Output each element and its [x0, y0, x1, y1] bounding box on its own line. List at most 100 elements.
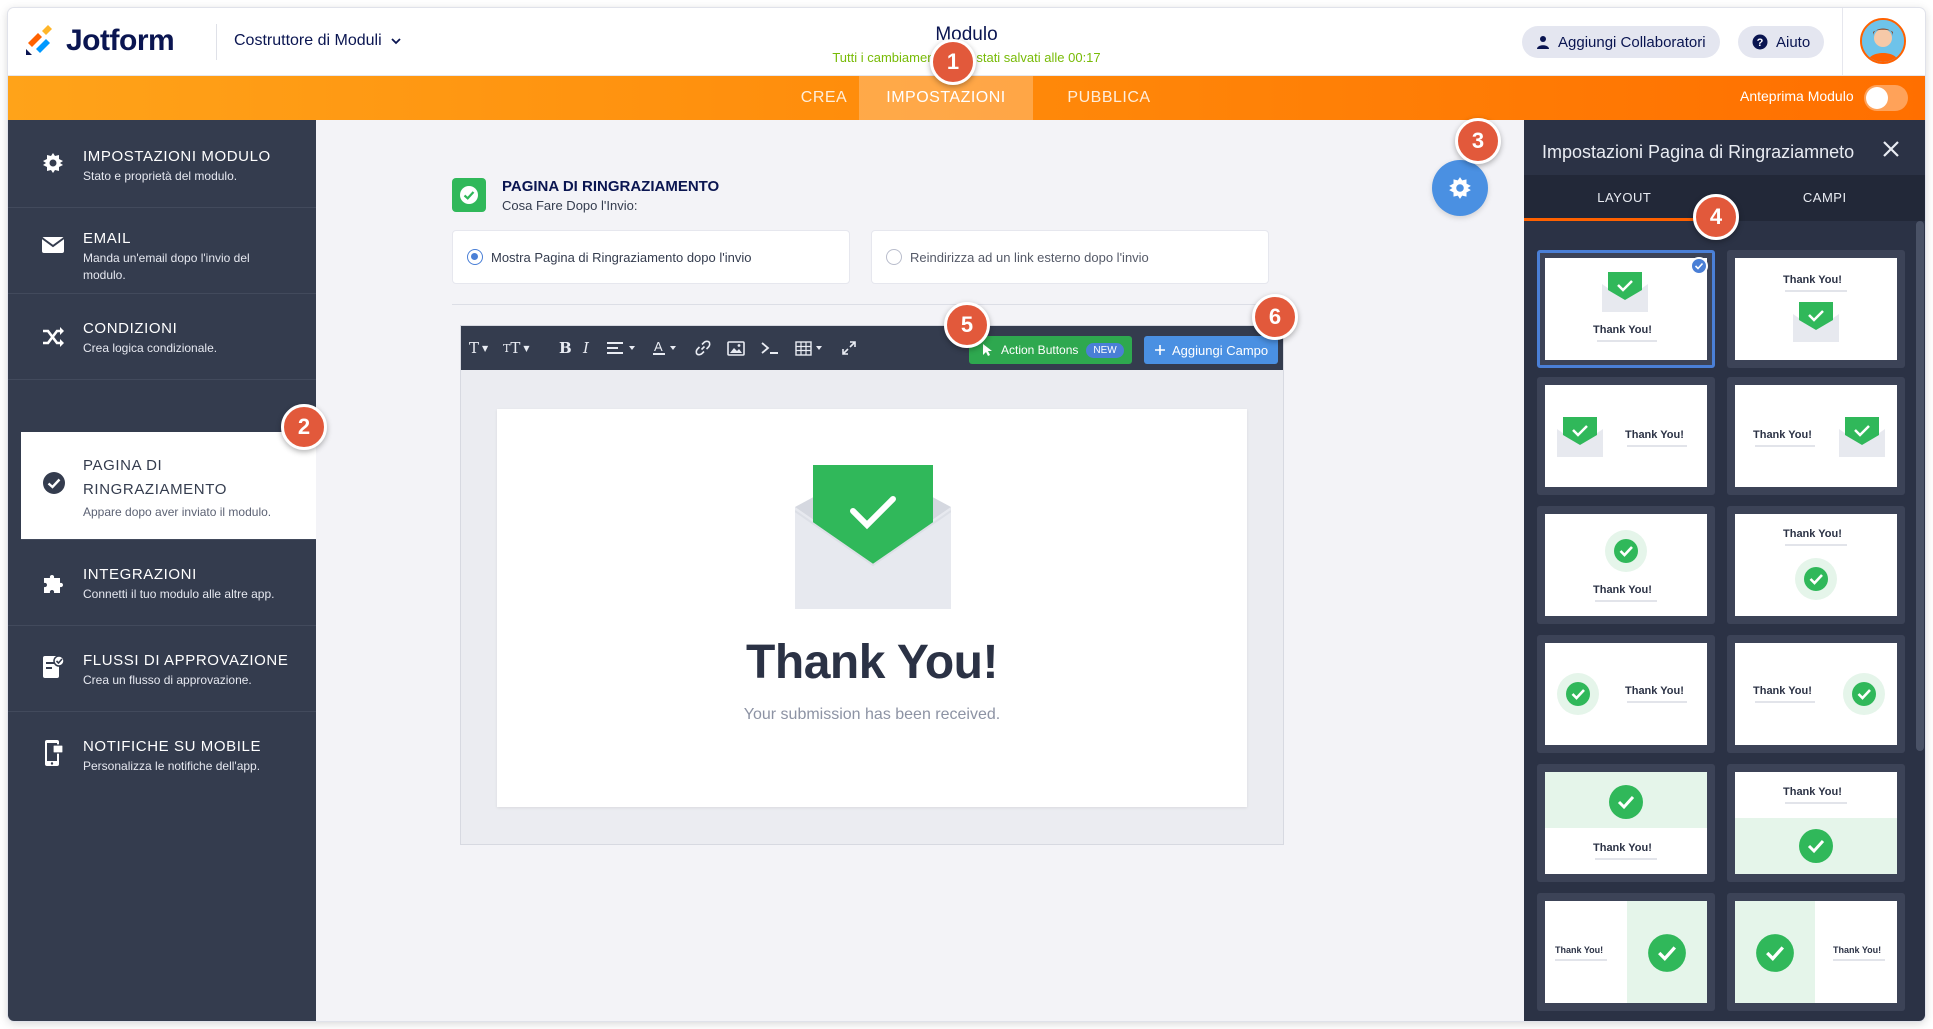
panel-scrollbar[interactable]: [1916, 221, 1924, 751]
italic-icon[interactable]: I: [583, 338, 589, 358]
layout-option-2[interactable]: Thank You!: [1727, 250, 1905, 368]
bold-icon[interactable]: B: [559, 338, 572, 358]
close-icon[interactable]: [1880, 138, 1902, 160]
sidebar-item-form-settings[interactable]: IMPOSTAZIONI MODULO Stato e proprietà de…: [8, 120, 316, 208]
preview-label: Anteprima Modulo: [1740, 88, 1854, 104]
envelope-check-illustration-icon: [795, 465, 951, 609]
option-redirect-external[interactable]: Reindirizza ad un link esterno dopo l'in…: [871, 230, 1269, 284]
text-color-icon[interactable]: A: [653, 338, 679, 358]
sidebar-item-approval-flows[interactable]: FLUSSI DI APPROVAZIONE Crea un flusso di…: [8, 626, 316, 712]
layout-option-5[interactable]: Thank You!: [1537, 506, 1715, 624]
tile-text: Thank You!: [1625, 429, 1684, 441]
main-content: PAGINA DI RINGRAZIAMENTO Cosa Fare Dopo …: [316, 120, 1524, 1021]
check-circle-icon: [1557, 673, 1599, 715]
sidebar-item-conditions[interactable]: CONDIZIONI Crea logica condizionale.: [8, 294, 316, 380]
thank-you-subtitle: Your submission has been received.: [743, 706, 1001, 723]
section-subtitle: Cosa Fare Dopo l'Invio:: [502, 198, 638, 213]
layout-option-1[interactable]: Thank You!: [1537, 250, 1715, 368]
question-icon: ?: [1752, 34, 1768, 50]
tab-pubblica[interactable]: PUBBLICA: [1044, 76, 1174, 120]
tile-subline: [1785, 290, 1847, 292]
tile-subline: [1785, 802, 1847, 804]
avatar-image-icon: [1862, 20, 1904, 62]
tile-text: Thank You!: [1555, 945, 1604, 955]
sidebar-item-title: NOTIFICHE SU MOBILE: [83, 738, 262, 755]
marker-2: 2: [281, 404, 327, 450]
layout-option-9[interactable]: Thank You!: [1537, 764, 1715, 882]
tile-text: Thank You!: [1593, 324, 1652, 336]
align-icon[interactable]: [607, 338, 637, 358]
section-divider: [452, 304, 1269, 305]
sidebar-item-email[interactable]: EMAIL Manda un'email dopo l'invio del mo…: [8, 208, 316, 294]
option-show-thank-you-page[interactable]: Mostra Pagina di Ringraziamento dopo l'i…: [452, 230, 850, 284]
tile-text: Thank You!: [1783, 274, 1842, 286]
gear-icon: [40, 150, 66, 176]
radio-unselected[interactable]: [886, 249, 902, 265]
help-button[interactable]: ? Aiuto: [1738, 26, 1825, 58]
thank-you-section-icon: [452, 178, 486, 212]
marker-5: 5: [944, 302, 990, 348]
option-show-label: Mostra Pagina di Ringraziamento dopo l'i…: [491, 249, 752, 265]
selected-check-icon: [1690, 257, 1708, 275]
layout-option-12[interactable]: Thank You!: [1727, 893, 1905, 1011]
tile-subline: [1785, 544, 1847, 546]
tile-text: Thank You!: [1593, 842, 1652, 854]
sidebar-item-desc: Connetti il tuo modulo alle altre app.: [83, 587, 275, 601]
action-buttons-button[interactable]: Action Buttons NEW: [969, 336, 1132, 364]
layout-option-6[interactable]: Thank You!: [1727, 506, 1905, 624]
check-circle-icon: [1795, 558, 1837, 600]
sidebar-item-title: EMAIL: [83, 230, 132, 247]
approval-icon: [40, 654, 66, 680]
check-circle-icon: [1648, 934, 1686, 972]
table-icon[interactable]: [795, 338, 825, 358]
add-field-label: Aggiungi Campo: [1172, 342, 1269, 358]
check-circle-icon: [1609, 785, 1643, 819]
sidebar-item-mobile-notifications[interactable]: NOTIFICHE SU MOBILE Personalizza le noti…: [8, 712, 316, 798]
sidebar-item-desc: Stato e proprietà del modulo.: [83, 169, 238, 183]
radio-selected[interactable]: [467, 249, 483, 265]
add-field-button[interactable]: Aggiungi Campo: [1144, 336, 1279, 364]
user-icon: [1537, 36, 1549, 49]
font-size-icon[interactable]: T T ▼: [503, 338, 530, 358]
help-label: Aiuto: [1776, 33, 1811, 51]
tile-text: Thank You!: [1783, 528, 1842, 540]
thank-you-title: Thank You!: [746, 636, 998, 689]
tab-crea[interactable]: CREA: [781, 76, 867, 120]
layout-option-8[interactable]: Thank You!: [1727, 635, 1905, 753]
mobile-icon: [40, 740, 66, 766]
image-icon[interactable]: [727, 338, 745, 358]
fullscreen-icon[interactable]: [841, 338, 857, 358]
embed-code-icon[interactable]: [761, 338, 779, 358]
font-family-icon[interactable]: T ▼: [469, 338, 488, 358]
svg-text:?: ?: [1757, 37, 1764, 49]
layout-option-10[interactable]: Thank You!: [1727, 764, 1905, 882]
sidebar-item-title: PAGINA DI RINGRAZIAMENTO: [83, 457, 227, 498]
layout-option-3[interactable]: Thank You!: [1537, 377, 1715, 495]
envelope-check-icon: [1557, 417, 1603, 457]
layout-option-7[interactable]: Thank You!: [1537, 635, 1715, 753]
tile-text: Thank You!: [1753, 429, 1812, 441]
tile-text: Thank You!: [1783, 786, 1842, 798]
sidebar-item-title: FLUSSI DI APPROVAZIONE: [83, 652, 289, 669]
rich-text-editor: T ▼ T T ▼ B I A Action Buttons NEW Aggiu…: [460, 325, 1284, 845]
tile-subline: [1755, 445, 1815, 447]
thank-you-settings-panel: Impostazioni Pagina di Ringraziamneto LA…: [1524, 120, 1925, 1021]
layout-option-11[interactable]: Thank You!: [1537, 893, 1715, 1011]
panel-title: Impostazioni Pagina di Ringraziamneto: [1542, 142, 1855, 162]
add-collaborators-button[interactable]: Aggiungi Collaboratori: [1522, 26, 1720, 58]
thank-you-settings-button[interactable]: [1432, 160, 1488, 216]
preview-toggle[interactable]: [1864, 85, 1908, 111]
link-icon[interactable]: [695, 338, 711, 358]
marker-6: 6: [1252, 294, 1298, 340]
sidebar-item-desc: Crea un flusso di approvazione.: [83, 673, 252, 687]
envelope-check-icon: [1602, 272, 1648, 312]
toggle-knob: [1866, 87, 1888, 109]
tab-campi[interactable]: CAMPI: [1725, 175, 1926, 221]
sidebar-item-integrations[interactable]: INTEGRAZIONI Connetti il tuo modulo alle…: [8, 540, 316, 626]
puzzle-icon: [40, 570, 66, 596]
thank-you-preview[interactable]: Thank You! Your submission has been rece…: [497, 409, 1247, 807]
avatar[interactable]: [1860, 18, 1906, 64]
sidebar-item-thank-you-page[interactable]: PAGINA DI RINGRAZIAMENTO Appare dopo ave…: [21, 432, 316, 540]
layout-option-4[interactable]: Thank You!: [1727, 377, 1905, 495]
sidebar-item-title: INTEGRAZIONI: [83, 566, 197, 583]
